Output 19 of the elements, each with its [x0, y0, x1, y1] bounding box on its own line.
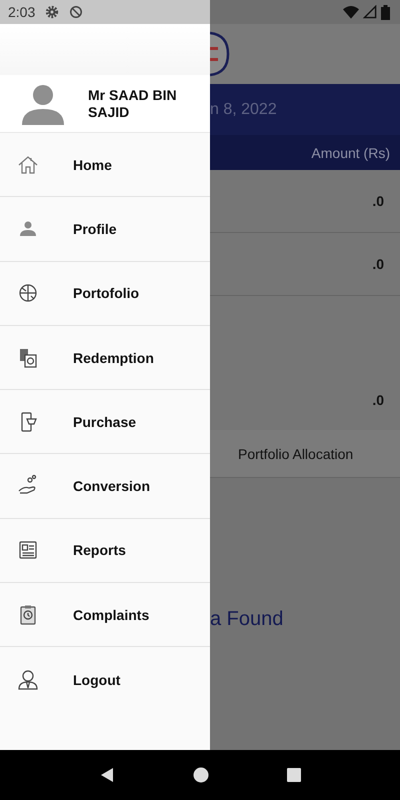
- gear-icon: [45, 5, 60, 19]
- amount-text: .0: [372, 193, 384, 209]
- column-header: Amount (Rs): [311, 144, 390, 160]
- amount-text: .0: [372, 256, 384, 272]
- date-text: n 8, 2022: [210, 100, 277, 118]
- home-icon[interactable]: [193, 767, 209, 783]
- logo-icon: [210, 31, 230, 77]
- back-icon[interactable]: [99, 767, 115, 783]
- blocked-circle-icon: [69, 5, 84, 19]
- battery-icon: [381, 4, 390, 20]
- clock-time: 2:03: [8, 4, 36, 20]
- menu-item[interactable]: Logout: [0, 647, 210, 712]
- portfolio-tab[interactable]: Portfolio Allocation: [210, 430, 400, 478]
- wifi-icon: [343, 5, 359, 19]
- amount-text: .0: [372, 392, 384, 408]
- empty-message: a Found: [210, 608, 284, 631]
- signal-icon: [363, 5, 377, 19]
- avatar-icon: [22, 82, 64, 124]
- user-name: Mr SAAD BIN SAJID: [88, 86, 178, 120]
